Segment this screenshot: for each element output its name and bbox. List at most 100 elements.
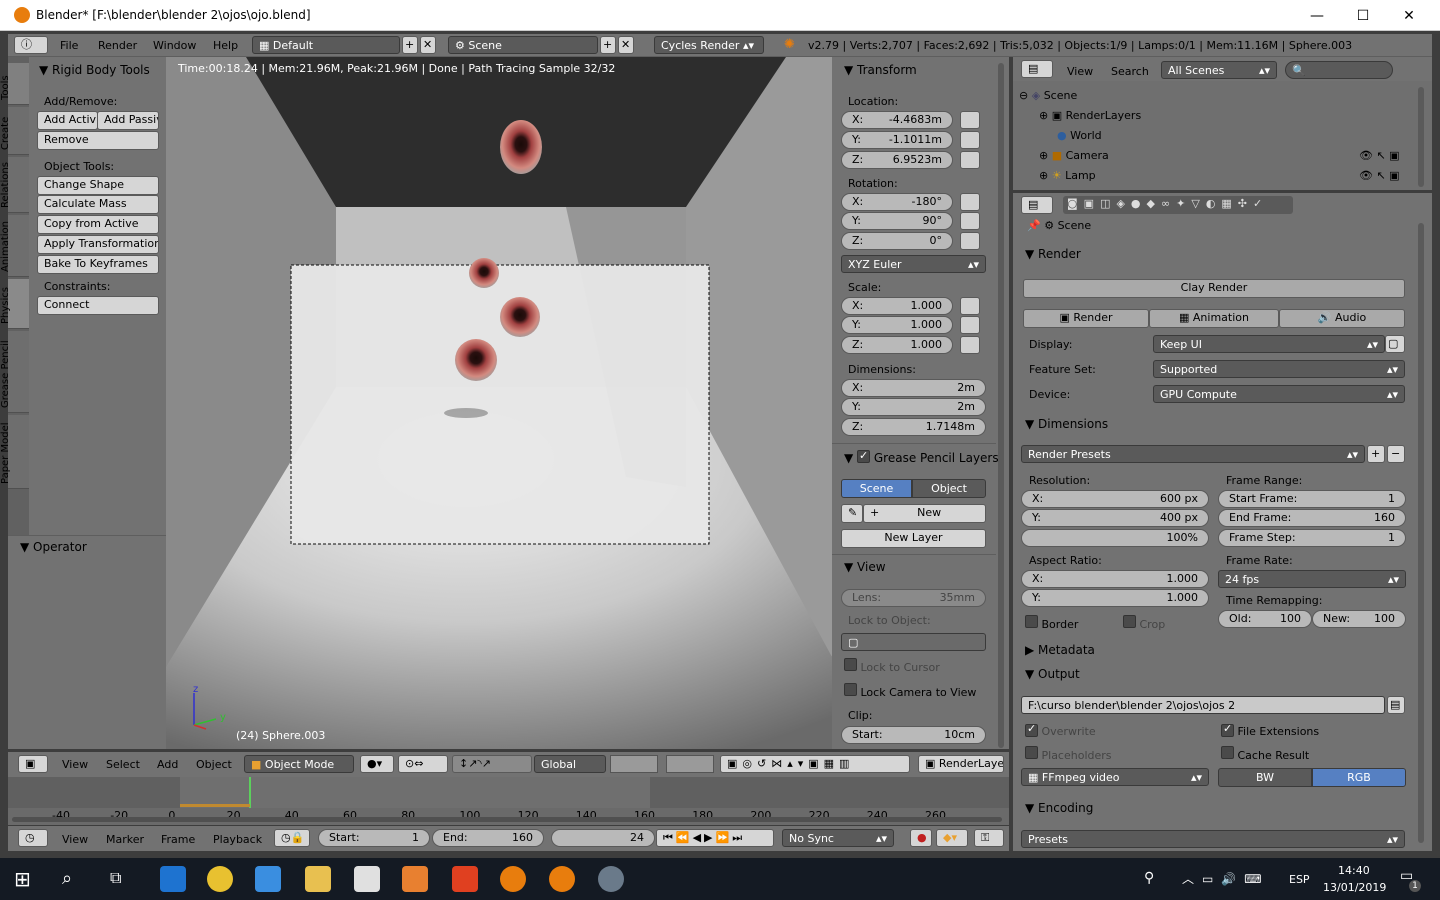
scale-z-field[interactable]: Z: 1.000 [841,336,953,354]
placeholders-checkbox[interactable]: Placeholders [1025,746,1112,762]
encoding-section-title[interactable]: ▼ Encoding [1025,801,1093,815]
pivot-icon[interactable]: ⊙⇔ [398,755,448,773]
layers-grid-1[interactable] [610,755,658,773]
rotation-y-field[interactable]: Y: 90° [841,212,953,230]
device-select[interactable]: GPU Compute ▴▾ [1153,385,1405,403]
aspect-y-field[interactable]: Y: 1.000 [1021,589,1209,607]
language-indicator[interactable]: ESP [1289,873,1310,886]
add-layout-icon[interactable]: + [402,36,418,54]
aspect-x-field[interactable]: X: 1.000 [1021,570,1209,588]
outliner-item[interactable]: ⊖ ◈ Scene [1019,89,1077,102]
search-icon[interactable]: ⌕ [62,868,72,889]
clock-date[interactable]: 13/01/2019 [1323,881,1386,894]
grease-object-tab[interactable]: Object [912,479,986,498]
resolution-percent-field[interactable]: 100% [1021,529,1209,547]
clip-start-field[interactable]: Start: 10cm [841,726,986,744]
location-y-field[interactable]: Y: -1.1011m [841,131,953,149]
outliner-editor-icon[interactable]: ▤ [1021,60,1053,78]
apply-transformation-button[interactable]: Apply Transformation [37,235,159,254]
close-button[interactable]: ✕ [1386,0,1432,31]
start-frame-field[interactable]: Start Frame: 1 [1218,490,1406,508]
task-view-icon[interactable]: ⧉ [110,868,121,888]
menu-window[interactable]: Window [153,39,196,52]
display-window-icon[interactable]: ▢ [1385,335,1405,353]
output-section-title[interactable]: ▼ Output [1025,667,1080,681]
clock-time[interactable]: 14:40 [1338,864,1370,877]
menu-help[interactable]: Help [213,39,238,52]
timeline-marker-menu[interactable]: Marker [106,833,144,846]
add-active-button[interactable]: Add Activ [37,111,98,130]
menu-file[interactable]: File [60,39,78,52]
folder-icon[interactable]: ▤ [1387,696,1405,714]
tab-create[interactable]: Create [0,107,29,155]
remove-preset-icon[interactable]: − [1387,445,1405,463]
scale-y-field[interactable]: Y: 1.000 [841,316,953,334]
end-field[interactable]: End: 160 [432,829,544,847]
pencil-icon[interactable]: ✎ [841,504,863,523]
outliner-item[interactable]: ⊕ ■ Camera [1039,149,1109,162]
dimension-y-field[interactable]: Y: 2m [841,398,986,416]
3d-viewport[interactable]: Time:00:18.24 | Mem:21.96M, Peak:21.96M … [166,57,832,749]
mode-select[interactable]: ■ Object Mode [244,755,354,773]
menu-add[interactable]: Add [157,758,178,771]
timeline-frame-menu[interactable]: Frame [161,833,195,846]
menu-select[interactable]: Select [106,758,140,771]
timeline-editor-icon[interactable]: ◷ [18,829,48,847]
new-layer-button[interactable]: New Layer [841,529,986,548]
blender-taskbar-icon[interactable] [500,866,526,892]
display-mode-select[interactable]: All Scenes ▴▾ [1161,61,1277,79]
render-presets-select[interactable]: Render Presets ▴▾ [1021,445,1365,463]
dimension-x-field[interactable]: X: 2m [841,379,986,397]
context-tabs[interactable]: ◙▣◫◈●◆∞✦▽◐▦✣✓ [1063,196,1293,214]
render-engine-select[interactable]: Cycles Render ▴▾ [654,36,764,54]
timeline-view-menu[interactable]: View [62,833,88,846]
remove-button[interactable]: Remove [37,131,159,150]
lock-camera-option[interactable]: Lock Camera to View [844,683,976,699]
outliner-item[interactable]: ⊕ ▣ RenderLayers [1039,109,1141,122]
crop-checkbox[interactable]: Crop [1123,615,1165,631]
new-remap-field[interactable]: New: 100 [1312,610,1406,628]
preview-range-icon[interactable]: ◷🔒 [274,829,310,847]
start-field[interactable]: Start: 1 [318,829,430,847]
editor-type-icon[interactable]: ⓘ [14,36,48,54]
transform-title[interactable]: ▼ Transform [844,63,917,77]
tab-tools[interactable]: Tools [0,63,29,105]
outliner-search-input[interactable]: 🔍 [1285,61,1393,79]
bake-to-keyframes-button[interactable]: Bake To Keyframes [37,255,159,274]
view-editor-icon[interactable]: ▣ [18,755,48,773]
layers-grid-2[interactable] [666,755,714,773]
rigid-body-tools-title[interactable]: ▼ Rigid Body Tools [39,63,150,77]
lock-location-y-icon[interactable] [960,131,980,149]
animation-button[interactable]: ▦ Animation [1149,309,1279,328]
lock-location-z-icon[interactable] [960,151,980,169]
end-frame-field[interactable]: End Frame: 160 [1218,509,1406,527]
chrome-icon[interactable] [207,866,233,892]
timeline-scrollbar[interactable] [12,817,1002,822]
outliner-item[interactable]: ● World [1057,129,1102,142]
rotation-mode-select[interactable]: XYZ Euler ▴▾ [841,255,986,273]
record-icon[interactable]: ● [910,829,932,847]
render-section-title[interactable]: ▼ Render [1025,247,1081,261]
lock-scale-z-icon[interactable] [960,336,980,354]
tab-relations[interactable]: Relations [0,157,29,213]
remove-scene-icon[interactable]: ✕ [618,36,634,54]
properties-editor-icon[interactable]: ▤ [1021,196,1053,214]
location-z-field[interactable]: Z: 6.9523m [841,151,953,169]
bw-toggle[interactable]: BW [1218,768,1312,787]
explorer-icon[interactable] [305,866,331,892]
view-panel-title[interactable]: ▼ View [844,560,886,574]
metadata-section-title[interactable]: ▶ Metadata [1025,643,1095,657]
add-scene-icon[interactable]: + [600,36,616,54]
menu-render[interactable]: Render [98,39,137,52]
media-player-icon[interactable] [402,866,428,892]
people-icon[interactable]: ⚲ [1144,870,1154,886]
tab-animation[interactable]: Animation [0,215,29,277]
grease-scene-tab[interactable]: Scene [841,479,912,498]
properties-scrollbar[interactable] [1418,223,1424,843]
visibility-eye-icon[interactable]: 👁 ↖ ▣ [1359,169,1400,182]
grease-pencil-layers-title[interactable]: ▼ Grease Pencil Layers [844,450,999,465]
lock-rotation-y-icon[interactable] [960,212,980,230]
start-icon[interactable]: ⊞ [14,868,36,890]
file-format-select[interactable]: ▦ FFmpeg video ▴▾ [1021,768,1209,786]
maximize-button[interactable]: ☐ [1340,0,1386,31]
